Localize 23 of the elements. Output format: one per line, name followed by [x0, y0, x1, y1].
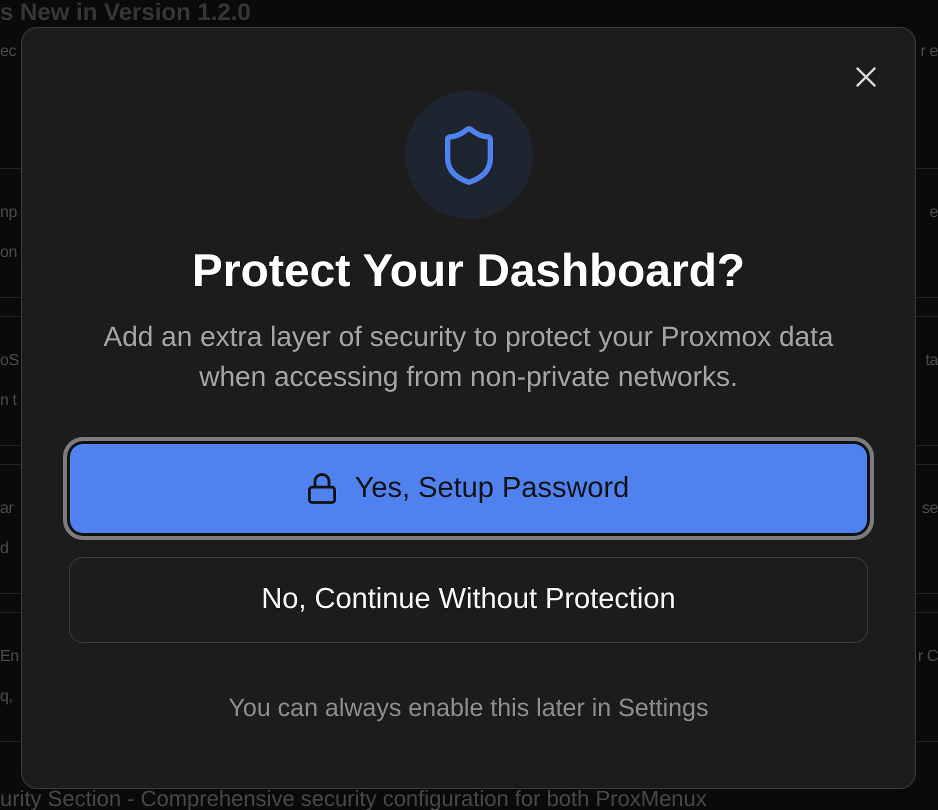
text-fragment: n t: [0, 391, 17, 411]
text-fragment: ar: [0, 499, 14, 519]
dialog-title: Protect Your Dashboard?: [192, 244, 745, 296]
settings-note: You can always enable this later in Settings: [228, 694, 708, 722]
text-fragment: r C: [918, 647, 938, 667]
text-fragment: oS: [0, 351, 19, 371]
close-icon: [856, 67, 876, 87]
text-fragment: se: [922, 499, 938, 519]
text-fragment: En: [0, 647, 19, 667]
lock-icon: [308, 473, 336, 504]
dialog-message: Add an extra layer of security to protect your Proxmox data when accessing from non-private networks.: [102, 320, 834, 394]
text-fragment: on: [0, 243, 17, 263]
text-fragment: d: [0, 539, 8, 559]
text-fragment: ec: [0, 42, 16, 62]
text-fragment: r e: [920, 42, 938, 62]
setup-password-button[interactable]: Yes, Setup Password: [63, 437, 874, 540]
text-fragment: e: [930, 203, 938, 223]
text-fragment: ta: [925, 351, 938, 371]
shield-icon: [444, 126, 492, 184]
text-fragment: np: [0, 203, 17, 223]
close-button[interactable]: [854, 65, 878, 89]
text-fragment: q,: [0, 687, 13, 707]
continue-button[interactable]: No, Continue Without Protection: [69, 557, 868, 643]
